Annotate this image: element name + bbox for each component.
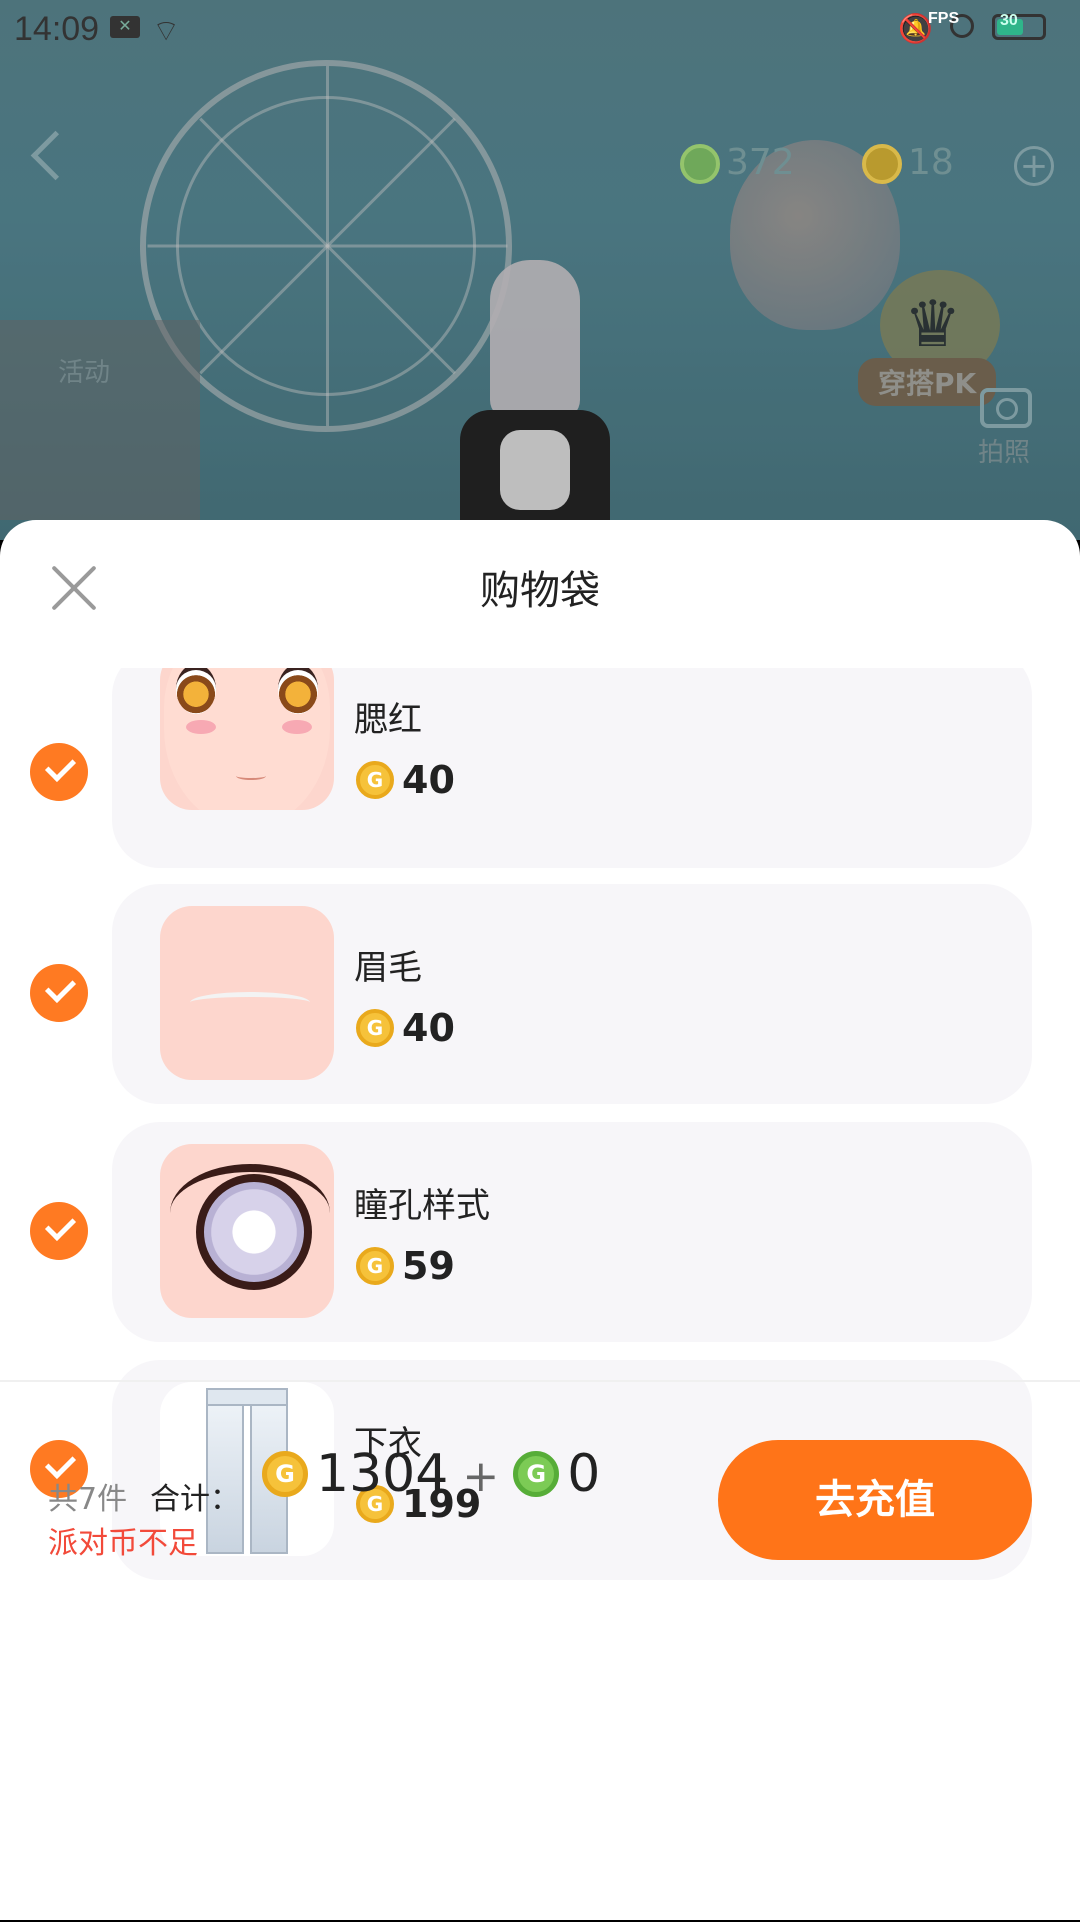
gold-currency-amount: 18 (908, 142, 954, 183)
blush-thumbnail (160, 668, 334, 810)
outfit-pk-button[interactable]: 穿搭PK (858, 358, 997, 406)
status-bar: 14:09 ✕ ⌔ 🔕 FPS 30 (0, 0, 1080, 56)
cart-item[interactable]: 腮红 40 (0, 668, 1080, 868)
eyebrow-thumbnail (160, 906, 334, 1080)
item-price: 40 (356, 758, 455, 802)
pupil-style-thumbnail (160, 1144, 334, 1318)
recharge-button[interactable]: 去充值 (718, 1440, 1032, 1560)
item-checkbox-checked-icon[interactable] (30, 964, 88, 1022)
status-time: 14:09 (14, 10, 100, 48)
gold-coin-icon (862, 144, 902, 184)
notification-icon: ✕ (110, 16, 140, 38)
gold-coin-icon (262, 1451, 308, 1497)
item-name: 眉毛 (354, 948, 422, 988)
activity-label: 活动 (58, 358, 111, 388)
item-price: 59 (356, 1244, 455, 1288)
fps-label: FPS (928, 10, 960, 27)
green-currency-display: 372 (680, 142, 795, 184)
green-coin-icon (680, 144, 720, 184)
green-coin-icon (513, 1451, 560, 1497)
cart-item[interactable]: 眉毛 40 (0, 884, 1080, 1104)
insufficient-coins-warning: 派对币不足 (48, 1526, 198, 1561)
gold-currency-display: 18 (862, 142, 954, 184)
add-currency-button[interactable]: + (1014, 146, 1054, 186)
camera-label: 拍照 (978, 438, 1031, 468)
gold-coin-icon (356, 1247, 394, 1285)
gold-coin-icon (356, 1009, 394, 1047)
item-checkbox-checked-icon[interactable] (30, 743, 88, 801)
total-amount: 1304 +0 (262, 1444, 600, 1504)
item-name: 瞳孔样式 (354, 1186, 490, 1226)
item-name: 腮红 (354, 700, 422, 740)
green-currency-amount: 372 (726, 142, 795, 183)
camera-icon[interactable] (980, 388, 1032, 428)
item-price: 40 (356, 1006, 455, 1050)
plus-sign: + (462, 1451, 500, 1502)
item-count: 共7件 (48, 1482, 128, 1517)
cart-item[interactable]: 瞳孔样式 59 (0, 1122, 1080, 1342)
green-total: 0 (567, 1444, 601, 1504)
checkout-footer: 共7件 合计： 1304 +0 派对币不足 去充值 (0, 1380, 1080, 1922)
game-scene-background: 14:09 ✕ ⌔ 🔕 FPS 30 372 18 + 活动 穿搭PK 拍照 (0, 0, 1080, 540)
total-label: 合计： (150, 1482, 240, 1517)
wifi-icon: ⌔ (152, 15, 181, 48)
gold-total: 1304 (316, 1444, 449, 1504)
gold-coin-icon (356, 761, 394, 799)
item-checkbox-checked-icon[interactable] (30, 1202, 88, 1260)
battery-level: 30 (1000, 12, 1018, 29)
sheet-title: 购物袋 (480, 568, 600, 614)
